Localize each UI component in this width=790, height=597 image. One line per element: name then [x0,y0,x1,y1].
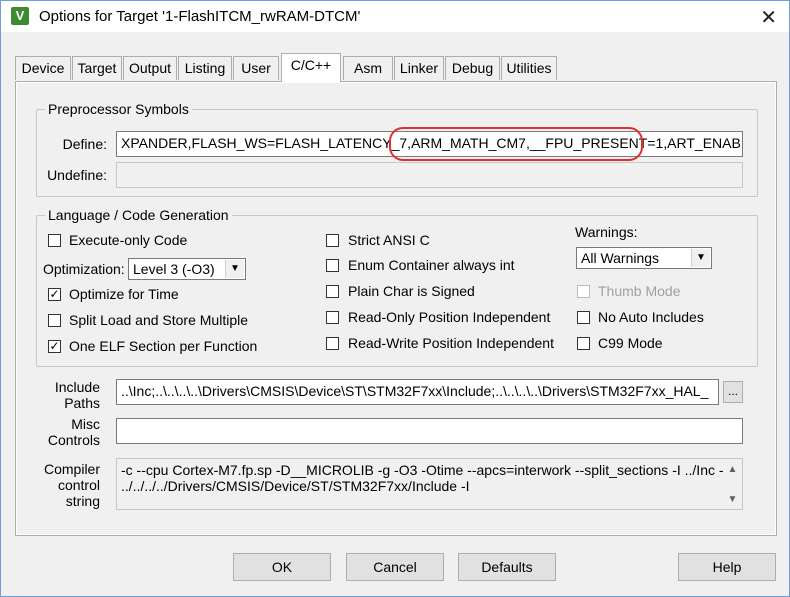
tab-linker[interactable]: Linker [394,56,444,80]
c99-mode-checkbox[interactable] [577,337,590,350]
optimize-time-checkbox[interactable]: ✓ [48,288,61,301]
tab-device[interactable]: Device [15,56,71,80]
misc-label-line-2: Controls [47,432,100,448]
window-title: Options for Target '1-FlashITCM_rwRAM-DT… [39,8,361,25]
red-highlight-annotation [389,127,643,161]
warnings-select[interactable]: All Warnings ▼ [576,247,712,269]
strict-ansi-label: Strict ANSI C [348,232,430,248]
keil-uvision-icon: V [11,7,29,25]
tab-c-cpp[interactable]: C/C++ [281,53,341,82]
execute-only-checkbox[interactable] [48,234,61,247]
scroll-up-icon[interactable]: ▲ [724,462,741,478]
split-load-checkbox[interactable] [48,314,61,327]
thumb-mode-checkbox [577,285,590,298]
cancel-button[interactable]: Cancel [346,553,444,581]
strict-ansi-checkbox[interactable] [326,234,339,247]
optimization-value: Level 3 (-O3) [133,261,215,277]
compiler-label-line-3: string [65,493,100,509]
tab-listing[interactable]: Listing [178,56,232,80]
optimization-label: Optimization: [43,261,125,277]
misc-controls-input[interactable] [116,418,743,444]
include-label-line-2: Paths [64,395,100,411]
undefine-input [116,162,743,188]
tab-asm[interactable]: Asm [343,56,393,80]
undefine-label: Undefine: [47,167,107,183]
enum-container-checkbox[interactable] [326,259,339,272]
tab-target[interactable]: Target [72,56,122,80]
compiler-label-line-2: control [57,477,100,493]
ok-button[interactable]: OK [233,553,331,581]
warnings-label: Warnings: [575,224,638,240]
optimization-select[interactable]: Level 3 (-O3) ▼ [128,258,246,280]
one-elf-label: One ELF Section per Function [69,338,258,354]
compiler-line-1: -c --cpu Cortex-M7.fp.sp -D__MICROLIB -g… [121,462,728,478]
language-group-title: Language / Code Generation [45,207,232,223]
options-dialog: V Options for Target '1-FlashITCM_rwRAM-… [0,0,790,597]
ro-pi-checkbox[interactable] [326,311,339,324]
tab-output[interactable]: Output [123,56,177,80]
no-auto-includes-label: No Auto Includes [598,309,704,325]
rw-pi-checkbox[interactable] [326,337,339,350]
tab-debug[interactable]: Debug [445,56,500,80]
c99-mode-label: C99 Mode [598,335,663,351]
execute-only-label: Execute-only Code [69,232,188,248]
include-browse-button[interactable]: ... [723,381,743,403]
one-elf-checkbox[interactable]: ✓ [48,340,61,353]
ro-pi-label: Read-Only Position Independent [348,309,551,325]
plain-char-label: Plain Char is Signed [348,283,475,299]
include-paths-label: Include Paths [26,379,100,411]
help-button[interactable]: Help [678,553,776,581]
compiler-label-line-1: Compiler [43,461,100,477]
preprocessor-group-title: Preprocessor Symbols [45,101,192,117]
title-bar: V Options for Target '1-FlashITCM_rwRAM-… [1,1,789,32]
compiler-control-label: Compiler control string [26,461,100,509]
misc-label-line-1: Misc [71,416,100,432]
chevron-down-icon: ▼ [225,260,244,278]
compiler-control-string: -c --cpu Cortex-M7.fp.sp -D__MICROLIB -g… [116,458,743,510]
chevron-down-icon: ▼ [691,249,710,267]
plain-char-checkbox[interactable] [326,285,339,298]
tab-utilities[interactable]: Utilities [501,56,557,80]
no-auto-includes-checkbox[interactable] [577,311,590,324]
thumb-mode-label: Thumb Mode [598,283,681,299]
compiler-scrollbar[interactable]: ▲ ▼ [724,460,741,508]
misc-controls-label: Misc Controls [26,416,100,448]
enum-container-label: Enum Container always int [348,257,515,273]
tab-user[interactable]: User [233,56,279,80]
define-label: Define: [62,136,107,152]
include-label-line-1: Include [54,379,100,395]
split-load-label: Split Load and Store Multiple [69,312,248,328]
include-paths-input[interactable]: ..\Inc;..\..\..\..\Drivers\CMSIS\Device\… [116,379,719,405]
warnings-value: All Warnings [581,250,660,266]
compiler-line-2: ../../../../Drivers/CMSIS/Device/ST/STM3… [121,478,470,494]
optimize-time-label: Optimize for Time [69,286,179,302]
close-icon[interactable]: ✕ [760,5,777,30]
defaults-button[interactable]: Defaults [458,553,556,581]
scroll-down-icon[interactable]: ▼ [724,492,741,508]
rw-pi-label: Read-Write Position Independent [348,335,554,351]
